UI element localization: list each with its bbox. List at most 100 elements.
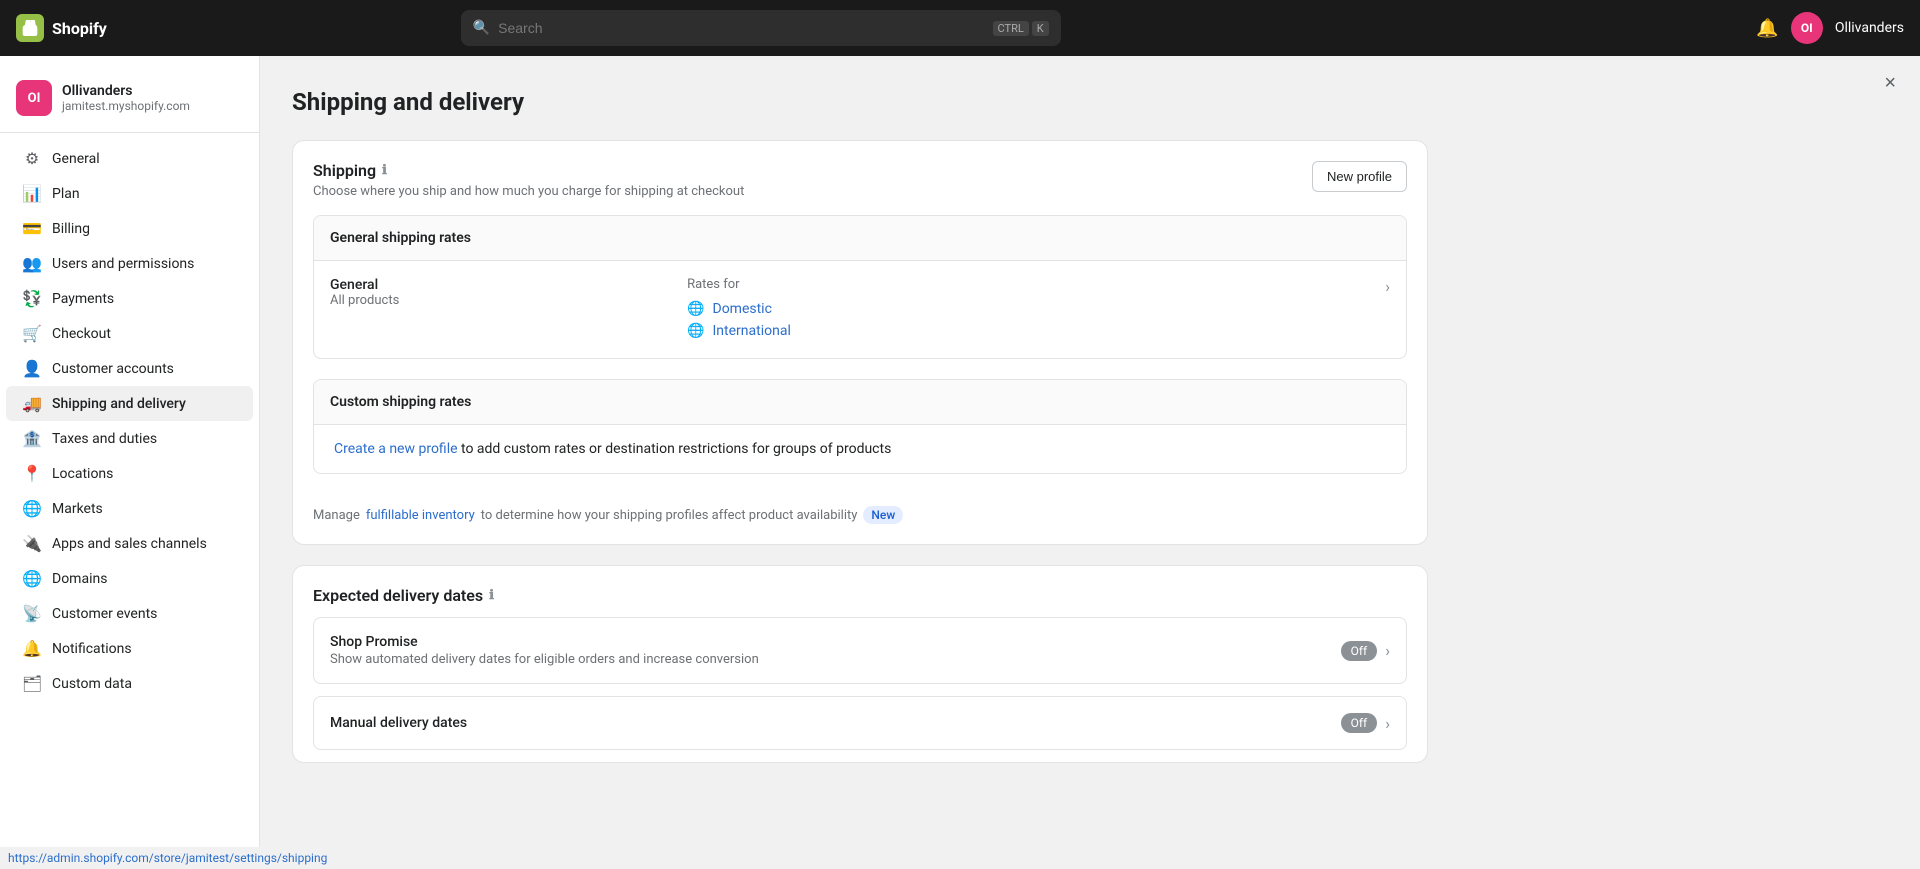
nav-icon-general: ⚙ — [22, 149, 42, 168]
search-icon: 🔍 — [473, 20, 490, 36]
sidebar-item-custom-data[interactable]: 🗂Custom data — [6, 666, 253, 701]
sidebar-item-markets[interactable]: 🌐Markets — [6, 491, 253, 526]
globe-icon: 🌐 — [687, 301, 704, 317]
new-badge: New — [863, 506, 903, 524]
delivery-row-1[interactable]: Manual delivery dates Off › — [313, 696, 1407, 750]
nav-icon-shipping-delivery: 🚚 — [22, 394, 42, 413]
nav-icon-billing: 💳 — [22, 219, 42, 238]
globe-icon: 🌐 — [687, 323, 704, 339]
sidebar-item-notifications[interactable]: 🔔Notifications — [6, 631, 253, 666]
nav-label-taxes-duties: Taxes and duties — [52, 431, 157, 447]
layout: OI Ollivanders jamitest.myshopify.com ⚙G… — [0, 56, 1920, 869]
nav-label-domains: Domains — [52, 571, 107, 587]
domestic-link[interactable]: Domestic — [713, 301, 772, 317]
status-url: https://admin.shopify.com/store/jamitest… — [8, 851, 327, 865]
ctrl-key: CTRL — [993, 21, 1029, 36]
k-key: K — [1032, 21, 1049, 36]
shipping-info-icon[interactable]: ℹ — [382, 163, 387, 178]
delivery-rows-container: Shop Promise Show automated delivery dat… — [293, 617, 1427, 750]
notifications-bell-icon[interactable]: 🔔 — [1756, 18, 1778, 39]
rates-list: 🌐 Domestic 🌐 International — [687, 298, 1369, 342]
custom-shipping-body: Create a new profile to add custom rates… — [314, 425, 1406, 473]
keyboard-shortcut-hint: CTRL K — [993, 21, 1049, 36]
store-avatar: OI — [16, 80, 52, 116]
nav-label-billing: Billing — [52, 221, 90, 237]
main-content: Shipping and delivery Shipping ℹ Choose … — [260, 56, 1460, 869]
custom-shipping-rates-header: Custom shipping rates — [314, 380, 1406, 425]
sidebar-item-locations[interactable]: 📍Locations — [6, 456, 253, 491]
search-input[interactable] — [498, 20, 984, 36]
delivery-row-inner-1: Manual delivery dates Off › — [314, 697, 1406, 749]
delivery-info-icon[interactable]: ℹ — [489, 588, 494, 603]
sidebar-item-payments[interactable]: 💱Payments — [6, 281, 253, 316]
manage-text: Manage — [313, 508, 360, 523]
logo-text: Shopify — [52, 19, 107, 38]
manage-text2: to determine how your shipping profiles … — [481, 508, 858, 523]
delivery-row-title-0: Shop Promise — [330, 634, 759, 650]
fulfillable-inventory-link[interactable]: fulfillable inventory — [366, 508, 475, 523]
delivery-row-desc-0: Show automated delivery dates for eligib… — [330, 652, 759, 667]
store-url: jamitest.myshopify.com — [62, 99, 190, 113]
chevron-right-icon-delivery-1: › — [1385, 714, 1390, 733]
sidebar-item-billing[interactable]: 💳 Billing — [6, 211, 253, 246]
chevron-right-icon-delivery-0: › — [1385, 641, 1390, 660]
nav-label-shipping-delivery: Shipping and delivery — [52, 396, 186, 412]
sidebar-item-customer-accounts[interactable]: 👤Customer accounts — [6, 351, 253, 386]
rates-for-label: Rates for — [687, 277, 1369, 292]
sidebar-item-checkout[interactable]: 🛒 Checkout — [6, 316, 253, 351]
sidebar-item-taxes-duties[interactable]: 🏦Taxes and duties — [6, 421, 253, 456]
shipping-card-subtitle: Choose where you ship and how much you c… — [313, 184, 744, 199]
status-bar: https://admin.shopify.com/store/jamitest… — [0, 847, 335, 869]
list-item[interactable]: 🌐 International — [687, 320, 1369, 342]
sidebar-item-domains[interactable]: 🌐Domains — [6, 561, 253, 596]
delivery-dates-card: Expected delivery dates ℹ Shop Promise S… — [292, 565, 1428, 763]
nav-label-payments: Payments — [52, 291, 114, 307]
sidebar-item-shipping-delivery[interactable]: 🚚 Shipping and delivery — [6, 386, 253, 421]
shipping-card-title-area: Shipping ℹ Choose where you ship and how… — [313, 161, 744, 215]
store-text: Ollivanders jamitest.myshopify.com — [62, 83, 190, 113]
delivery-row-right-1: Off › — [1341, 713, 1390, 733]
delivery-header: Expected delivery dates ℹ — [293, 566, 1427, 605]
close-button[interactable]: × — [1884, 72, 1896, 95]
nav-label-checkout: Checkout — [52, 326, 111, 342]
toggle-1: Off — [1341, 713, 1378, 733]
new-profile-button[interactable]: New profile — [1312, 161, 1407, 192]
delivery-row-title-1: Manual delivery dates — [330, 715, 467, 731]
chevron-right-icon: › — [1385, 277, 1390, 296]
manage-row: Manage fulfillable inventory to determin… — [293, 494, 1427, 544]
shipping-card: Shipping ℹ Choose where you ship and how… — [292, 140, 1428, 545]
create-new-profile-link[interactable]: Create a new profile — [334, 441, 458, 457]
shipping-card-title: Shipping ℹ — [313, 161, 744, 180]
nav-icon-customer-events: 📡 — [22, 604, 42, 623]
search-bar[interactable]: 🔍 CTRL K — [461, 10, 1061, 46]
nav-icon-users-permissions: 👥 — [22, 254, 42, 273]
store-name: Ollivanders — [62, 83, 190, 99]
user-avatar[interactable]: OI — [1791, 12, 1823, 44]
page-title: Shipping and delivery — [292, 88, 1428, 116]
shipping-card-header: Shipping ℹ Choose where you ship and how… — [293, 141, 1427, 215]
sidebar-item-customer-events[interactable]: 📡Customer events — [6, 596, 253, 631]
nav-icon-checkout: 🛒 — [22, 324, 42, 343]
sidebar-item-apps-sales-channels[interactable]: 🔌Apps and sales channels — [6, 526, 253, 561]
top-navigation: Shopify 🔍 CTRL K 🔔 OI Ollivanders — [0, 0, 1920, 56]
nav-label-notifications: Notifications — [52, 641, 132, 657]
user-name[interactable]: Ollivanders — [1835, 20, 1904, 36]
sidebar-item-general[interactable]: ⚙General — [6, 141, 253, 176]
general-row-right: Rates for 🌐 Domestic 🌐 International — [687, 277, 1369, 342]
nav-label-users-permissions: Users and permissions — [52, 256, 194, 272]
nav-label-customer-accounts: Customer accounts — [52, 361, 174, 377]
list-item[interactable]: 🌐 Domestic — [687, 298, 1369, 320]
general-row-left: General All products — [330, 277, 671, 308]
custom-shipping-rates-box: Custom shipping rates Create a new profi… — [313, 379, 1407, 474]
nav-icon-markets: 🌐 — [22, 499, 42, 518]
sidebar-item-plan[interactable]: 📊Plan — [6, 176, 253, 211]
nav-label-plan: Plan — [52, 186, 80, 202]
general-shipping-rates-header: General shipping rates — [314, 216, 1406, 261]
sidebar-item-users-permissions[interactable]: 👥 Users and permissions — [6, 246, 253, 281]
international-link[interactable]: International — [713, 323, 791, 339]
delivery-row-inner-0: Shop Promise Show automated delivery dat… — [314, 618, 1406, 683]
sidebar: OI Ollivanders jamitest.myshopify.com ⚙G… — [0, 56, 260, 869]
delivery-row-0[interactable]: Shop Promise Show automated delivery dat… — [313, 617, 1407, 684]
nav-icon-apps-sales-channels: 🔌 — [22, 534, 42, 553]
general-row-label: General — [330, 277, 671, 293]
